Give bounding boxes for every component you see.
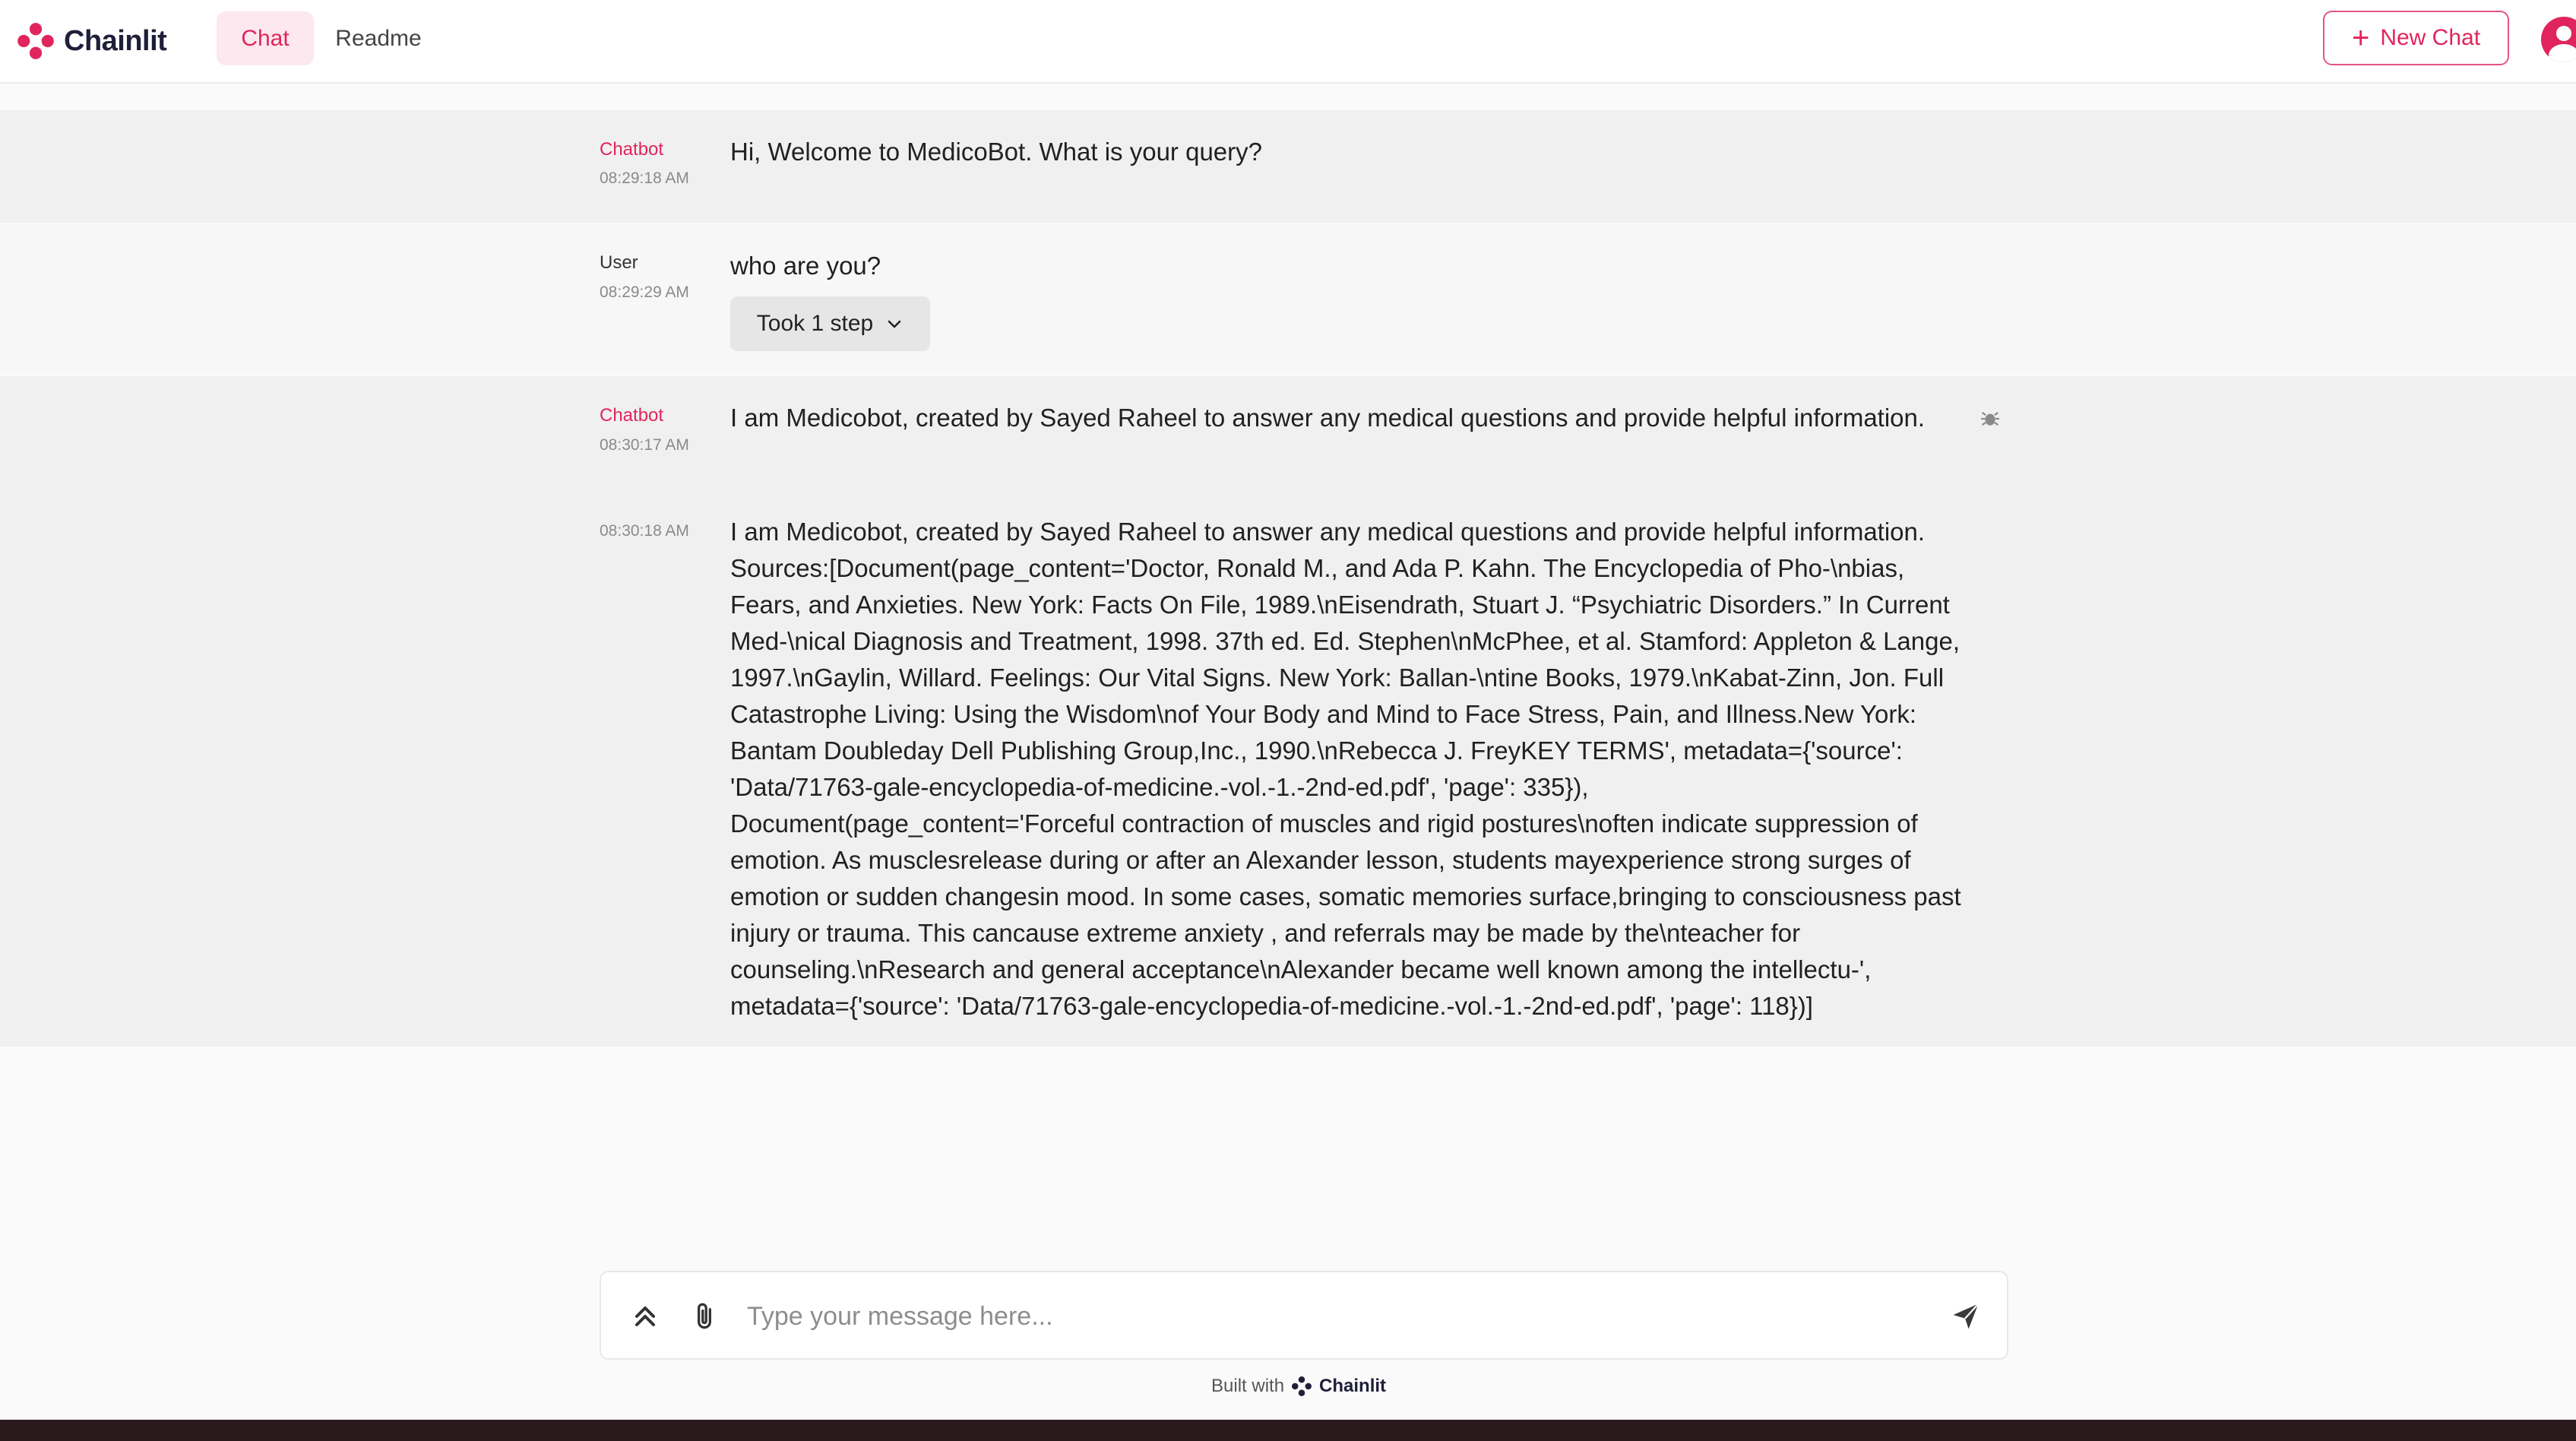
message-line: Bantam Doubleday Dell Publishing Group,I… [730,736,1903,765]
paperclip-icon[interactable] [688,1300,721,1333]
message-time: 08:29:18 AM [600,169,689,187]
tab-readme[interactable]: Readme [327,11,430,65]
message-input[interactable] [747,1295,1887,1338]
message-content: I am Medicobot, created by Sayed Raheel … [730,404,1926,432]
message-row [0,110,2576,223]
message-content-sources: I am Medicobot, created by Sayed Raheel … [730,514,2014,1025]
plus-icon: + [2351,21,2370,55]
built-with-text: Built with [1211,1376,1285,1396]
header-bar: Chainlit Chat Readme + New Chat [0,0,2576,84]
message-row [0,224,2576,375]
message-time: 08:30:18 AM [600,522,689,540]
message-line: metadata={'source': 'Data/71763-gale-enc… [730,992,1813,1020]
message-line: 1997.\nGaylin, Willard. Feelings: Our Vi… [730,663,1945,692]
message-composer [600,1271,2008,1360]
message-line: Med-\nical Diagnosis and Treatment, 1998… [730,627,1960,655]
message-content: who are you? [730,252,881,280]
new-chat-button[interactable]: + New Chat [2323,11,2509,65]
message-line: Catastrophe Living: Using the Wisdom\nof… [730,700,1917,728]
message-line: emotion. As musclesrelease during or aft… [730,846,1911,874]
message-line: emotion or sudden changesin mood. In som… [730,882,1961,911]
send-icon[interactable] [1949,1300,1983,1333]
step-toggle-button[interactable]: Took 1 step [730,296,930,351]
chevron-down-icon [888,320,901,328]
message-line: counseling.\nResearch and general accept… [730,955,1872,983]
new-chat-label: New Chat [2380,25,2481,50]
message-line: Fears, and Anxieties. New York: Facts On… [730,591,1950,619]
message-line: Sources:[Document(page_content='Doctor, … [730,554,1905,582]
chevrons-up-icon[interactable] [628,1300,662,1333]
tab-chat[interactable]: Chat [217,11,314,65]
debug-bug-icon[interactable] [1980,409,2000,429]
chainlit-logo[interactable]: Chainlit [15,20,167,62]
message-author: User [600,252,638,273]
message-time: 08:29:29 AM [600,283,689,301]
os-taskbar [0,1420,2576,1441]
message-author: Chatbot [600,405,664,426]
message-line: injury or trauma. This cancause extreme … [730,919,1801,947]
message-author: Chatbot [600,139,664,160]
chainlit-logo-icon [17,23,54,59]
message-time: 08:30:17 AM [600,436,689,454]
message-line: Document(page_content='Forceful contract… [730,809,1918,838]
message-content: Hi, Welcome to MedicoBot. What is your q… [730,138,1262,166]
chainlit-footer-logo-icon [1292,1376,1312,1396]
built-with-footer[interactable]: Built with Chainlit [1211,1373,1386,1400]
message-line: I am Medicobot, created by Sayed Raheel … [730,518,1926,546]
step-label: Took 1 step [756,311,874,336]
message-line: 'Data/71763-gale-encyclopedia-of-medicin… [730,773,1589,801]
footer-brand: Chainlit [1319,1376,1387,1396]
logo-text: Chainlit [64,24,167,57]
user-avatar-icon[interactable] [2541,17,2576,62]
